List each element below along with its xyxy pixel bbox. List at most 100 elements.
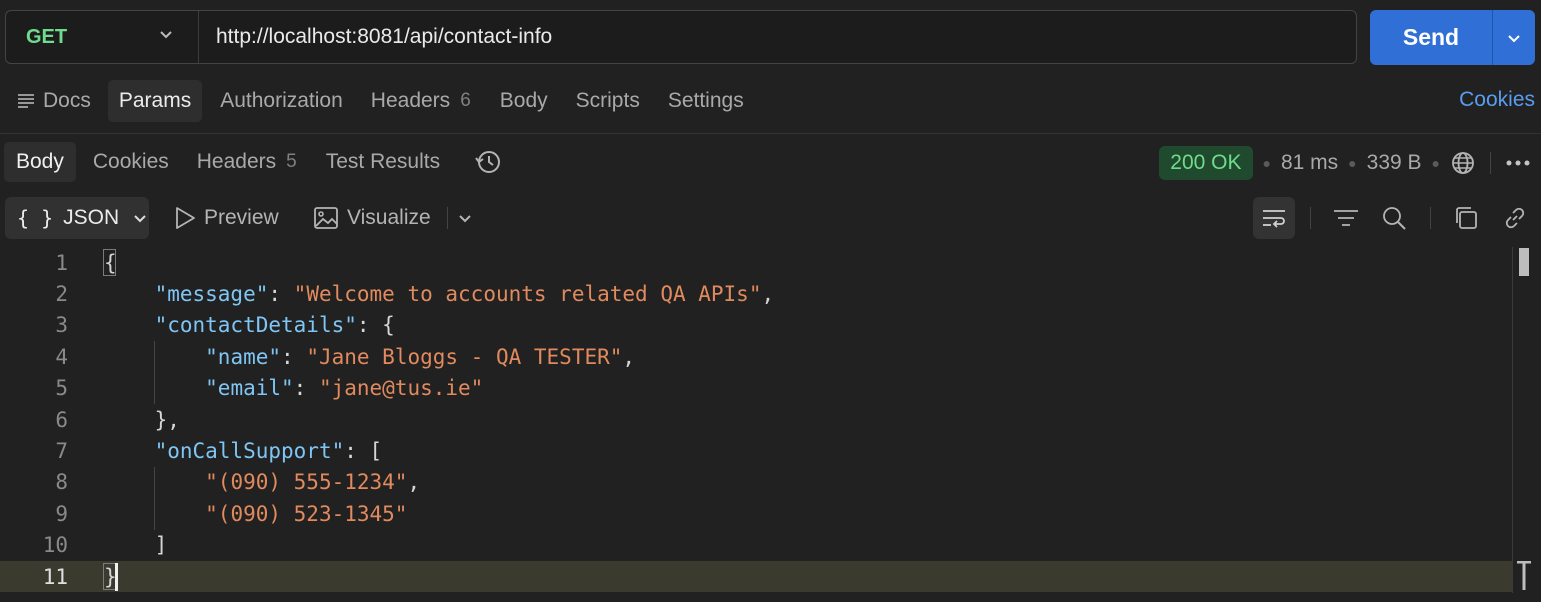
visualize-options-button[interactable]	[457, 197, 481, 239]
tab-label: Docs	[43, 89, 91, 112]
code-text: },	[104, 407, 180, 432]
section-divider	[0, 133, 1541, 134]
text-caret	[115, 563, 118, 591]
link-icon	[1505, 207, 1525, 229]
url-input[interactable]: http://localhost:8081/api/contact-info	[216, 11, 552, 63]
cookies-link[interactable]: Cookies	[1459, 88, 1535, 112]
visualize-button[interactable]: Visualize	[313, 197, 431, 239]
tab-headers[interactable]: Headers 6	[360, 80, 482, 122]
code-text: ]	[104, 533, 168, 558]
bracket-match-highlight	[103, 249, 116, 276]
line-number: 2	[55, 282, 68, 307]
search-icon	[1383, 207, 1406, 230]
response-tab-headers[interactable]: Headers 5	[185, 142, 309, 182]
code-line: 5 "email": "jane@tus.ie"	[0, 373, 1512, 404]
tab-label: Settings	[667, 89, 744, 112]
json-key: "contactDetails"	[154, 313, 357, 338]
copy-icon	[1456, 207, 1477, 229]
code-line: 6 },	[0, 404, 1512, 435]
code-text: "email": "jane@tus.ie"	[205, 376, 484, 401]
history-icon[interactable]	[474, 148, 502, 176]
current-line: 11 }	[0, 561, 1512, 593]
preview-button[interactable]: Preview	[174, 197, 279, 239]
send-button[interactable]: Send	[1370, 24, 1492, 51]
copy-button[interactable]	[1448, 197, 1484, 239]
code-line: 9 "(090) 523-1345"	[0, 498, 1512, 529]
tab-settings[interactable]: Settings	[657, 80, 755, 122]
headers-count-badge: 6	[460, 90, 471, 111]
response-body-editor[interactable]: 1 { 2 "message": "Welcome to accounts re…	[0, 247, 1512, 593]
code-text: "(090) 523-1345"	[104, 502, 407, 526]
vertical-divider	[1490, 151, 1491, 174]
line-number: 6	[55, 407, 68, 432]
wrap-lines-button[interactable]	[1253, 197, 1295, 239]
send-options-button[interactable]	[1493, 10, 1535, 65]
play-icon	[176, 207, 195, 229]
separator-dot: ●	[1348, 154, 1357, 171]
tab-label: Body	[16, 150, 64, 173]
code-line: 4 "name": "Jane Bloggs - QA TESTER",	[0, 341, 1512, 372]
filter-icon	[1334, 210, 1358, 226]
more-options-icon[interactable]	[1505, 159, 1531, 167]
globe-icon[interactable]	[1450, 150, 1476, 176]
code-line: 3 "contactDetails": {	[0, 310, 1512, 341]
link-button[interactable]	[1497, 197, 1533, 239]
method-select[interactable]: GET	[6, 11, 199, 63]
docs-icon	[18, 94, 34, 108]
line-number: 10	[42, 533, 68, 558]
toolbar-divider	[1430, 207, 1431, 229]
separator-dot: ●	[1262, 154, 1271, 171]
json-key: "onCallSupport"	[154, 439, 345, 464]
chevron-down-icon	[459, 215, 471, 223]
tab-label: Cookies	[92, 150, 169, 173]
wrap-lines-icon	[1263, 210, 1285, 228]
request-tabs: Docs Params Authorization Headers 6 Body…	[0, 80, 755, 122]
json-string: "jane@tus.ie"	[318, 376, 484, 401]
tab-label: Body	[499, 89, 548, 112]
code-text: "contactDetails": {	[154, 313, 395, 338]
tab-body[interactable]: Body	[489, 80, 559, 122]
response-tabs: Body Cookies Headers 5 Test Results	[4, 142, 502, 182]
tab-params[interactable]: Params	[107, 80, 203, 122]
response-tab-body[interactable]: Body	[4, 142, 76, 182]
tab-label: Params	[118, 89, 192, 112]
code-text: "(090) 555-1234",	[205, 470, 421, 495]
scrollbar-thumb[interactable]	[1519, 248, 1529, 276]
code-line: 8 "(090) 555-1234",	[0, 467, 1512, 498]
search-button[interactable]	[1376, 197, 1412, 239]
format-select[interactable]: { } JSON	[5, 197, 149, 239]
response-size[interactable]: 339 B	[1367, 151, 1422, 175]
json-string: "(090) 523-1345"	[205, 501, 408, 526]
response-time[interactable]: 81 ms	[1281, 151, 1338, 175]
tab-scripts[interactable]: Scripts	[565, 80, 651, 122]
line-number: 7	[55, 439, 68, 464]
tab-label: Test Results	[325, 150, 441, 173]
tab-docs[interactable]: Docs	[6, 80, 102, 122]
line-number: 3	[55, 313, 68, 338]
code-text: "name": "Jane Bloggs - QA TESTER",	[205, 344, 636, 369]
line-number: 5	[55, 376, 68, 401]
image-icon	[314, 207, 338, 229]
request-url-bar: GET http://localhost:8081/api/contact-in…	[5, 10, 1357, 64]
line-number: 4	[55, 344, 68, 369]
status-badge[interactable]: 200 OK	[1159, 145, 1253, 180]
code-text: "message": "Welcome to accounts related …	[154, 282, 775, 307]
braces-icon: { }	[17, 206, 54, 230]
text-cursor-marker	[1516, 560, 1532, 591]
tab-authorization[interactable]: Authorization	[209, 80, 354, 122]
scrollbar-track	[1512, 247, 1513, 593]
response-tab-cookies[interactable]: Cookies	[81, 142, 181, 182]
json-string: "Welcome to accounts related QA APIs"	[293, 282, 762, 307]
code-line: 10 ]	[0, 530, 1512, 561]
filter-button[interactable]	[1328, 197, 1364, 239]
json-string: "Jane Bloggs - QA TESTER"	[306, 344, 623, 369]
chevron-down-icon	[134, 215, 146, 223]
code-line: 2 "message": "Welcome to accounts relate…	[0, 278, 1512, 309]
headers-count-badge: 5	[286, 151, 297, 172]
line-number: 11	[42, 564, 68, 589]
response-tab-test-results[interactable]: Test Results	[314, 142, 452, 182]
chevron-down-icon	[160, 31, 172, 39]
code-text: "onCallSupport": [	[154, 439, 383, 464]
toolbar-divider	[447, 207, 448, 229]
line-number: 9	[55, 501, 68, 526]
